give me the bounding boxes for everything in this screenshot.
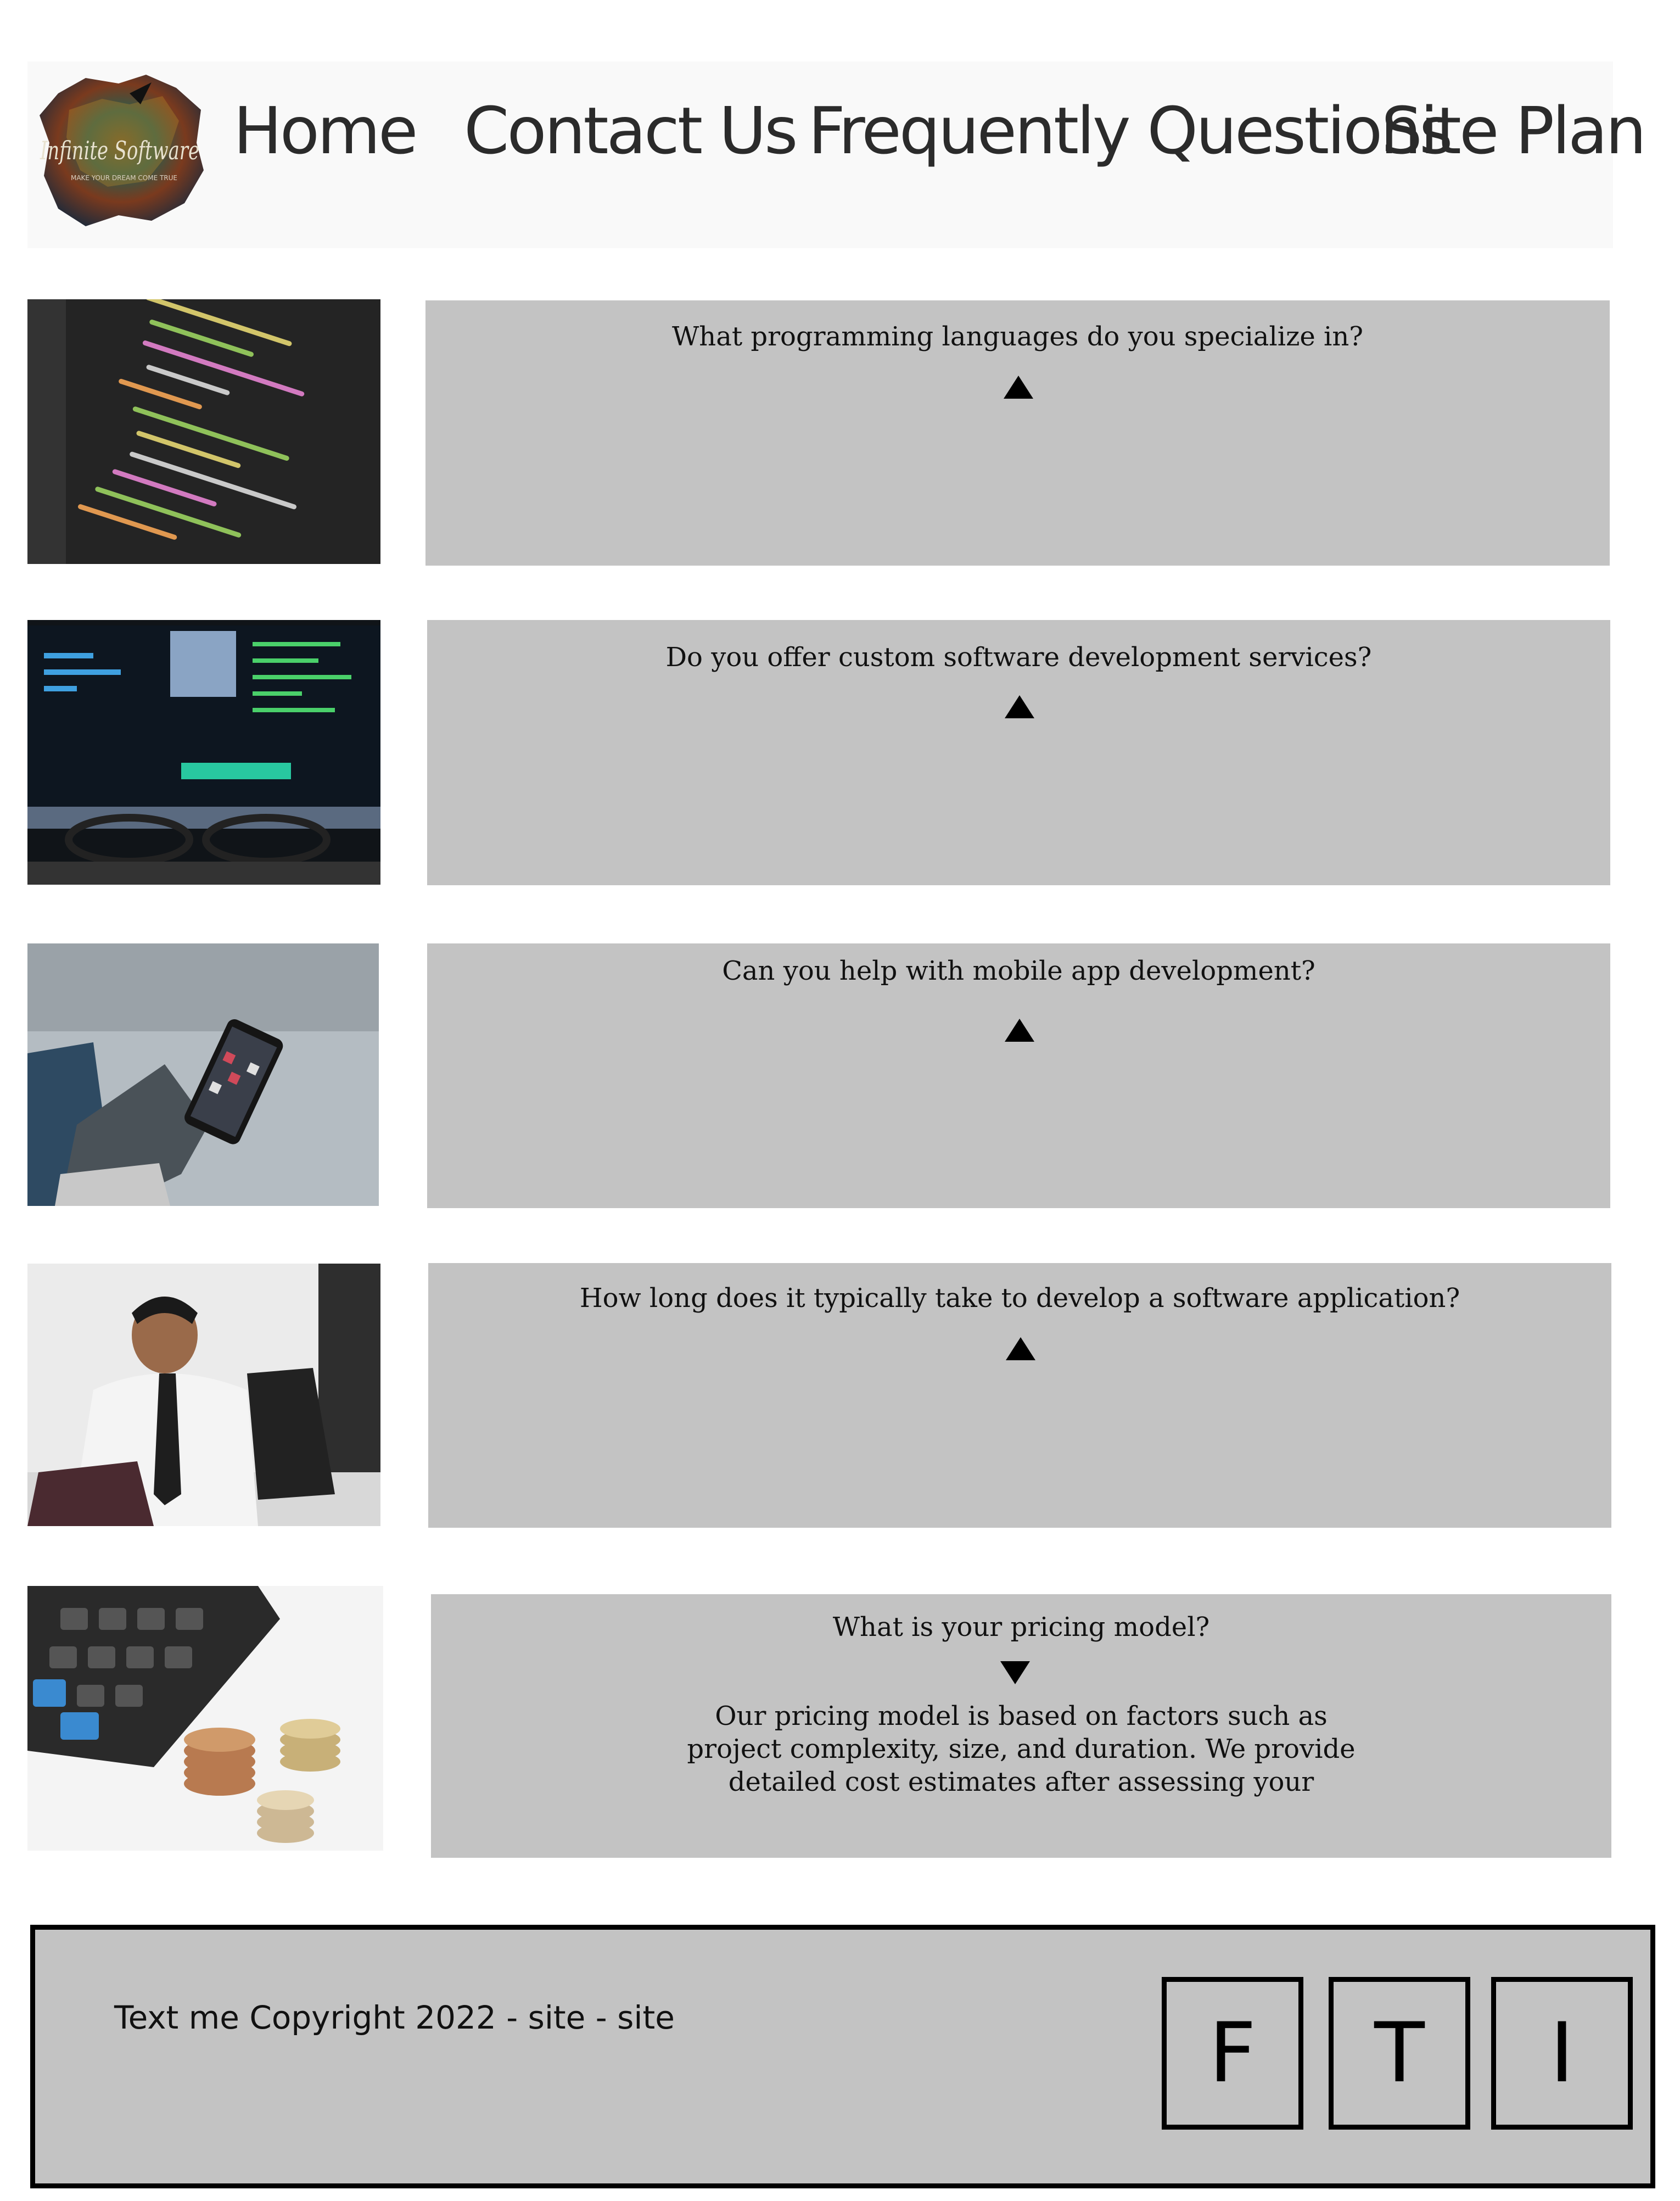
twitter-button[interactable]: T: [1329, 1977, 1470, 2130]
instagram-button[interactable]: I: [1491, 1977, 1633, 2130]
faq-question-3[interactable]: Can you help with mobile app development…: [427, 956, 1610, 986]
answer-line: project complexity, size, and duration. …: [687, 1734, 1356, 1764]
faq-question-4[interactable]: How long does it typically take to devel…: [428, 1283, 1611, 1314]
faq-panel-5: What is your pricing model? Our pricing …: [431, 1594, 1611, 1858]
nav-site-plan[interactable]: Site Plan: [1381, 92, 1647, 169]
nav-contact-us[interactable]: Contact Us: [464, 92, 798, 169]
answer-line: Our pricing model is based on factors su…: [715, 1701, 1328, 1731]
faq-answer-5: Our pricing model is based on factors su…: [431, 1700, 1611, 1812]
faq-panel-2: Do you offer custom software development…: [427, 620, 1610, 885]
footer-copyright: Text me Copyright 2022 - site - site: [114, 1999, 675, 2036]
nav-home[interactable]: Home: [233, 92, 418, 169]
expand-arrow-icon[interactable]: [1005, 1337, 1035, 1360]
logo-tagline: MAKE YOUR DREAM COME TRUE: [71, 174, 177, 182]
calculator-coins-photo: [27, 1586, 383, 1851]
collapse-arrow-icon[interactable]: [1000, 1661, 1030, 1684]
nav-frequently-questions[interactable]: Frequently Questions: [808, 92, 1453, 169]
monitor-glasses-photo: [27, 620, 380, 885]
businessman-checking-watch-photo: [27, 1264, 380, 1526]
answer-line: detailed cost estimates after assessing …: [728, 1767, 1314, 1797]
phone-in-gloved-hand-photo: [27, 943, 379, 1206]
expand-arrow-icon[interactable]: [1003, 376, 1033, 399]
code-editor-photo: [27, 299, 380, 564]
expand-arrow-icon[interactable]: [1004, 695, 1034, 718]
site-logo[interactable]: Infinite Software MAKE YOUR DREAM COME T…: [36, 71, 206, 231]
faq-question-5[interactable]: What is your pricing model?: [431, 1612, 1611, 1643]
faq-question-2[interactable]: Do you offer custom software development…: [427, 642, 1610, 673]
faq-panel-1: What programming languages do you specia…: [425, 300, 1610, 566]
faq-question-1[interactable]: What programming languages do you specia…: [425, 321, 1610, 352]
faq-panel-3: Can you help with mobile app development…: [427, 943, 1610, 1208]
expand-arrow-icon[interactable]: [1004, 1019, 1034, 1042]
logo-name: Infinite Software: [40, 136, 199, 165]
facebook-button[interactable]: F: [1162, 1977, 1303, 2130]
faq-panel-4: How long does it typically take to devel…: [428, 1263, 1611, 1528]
